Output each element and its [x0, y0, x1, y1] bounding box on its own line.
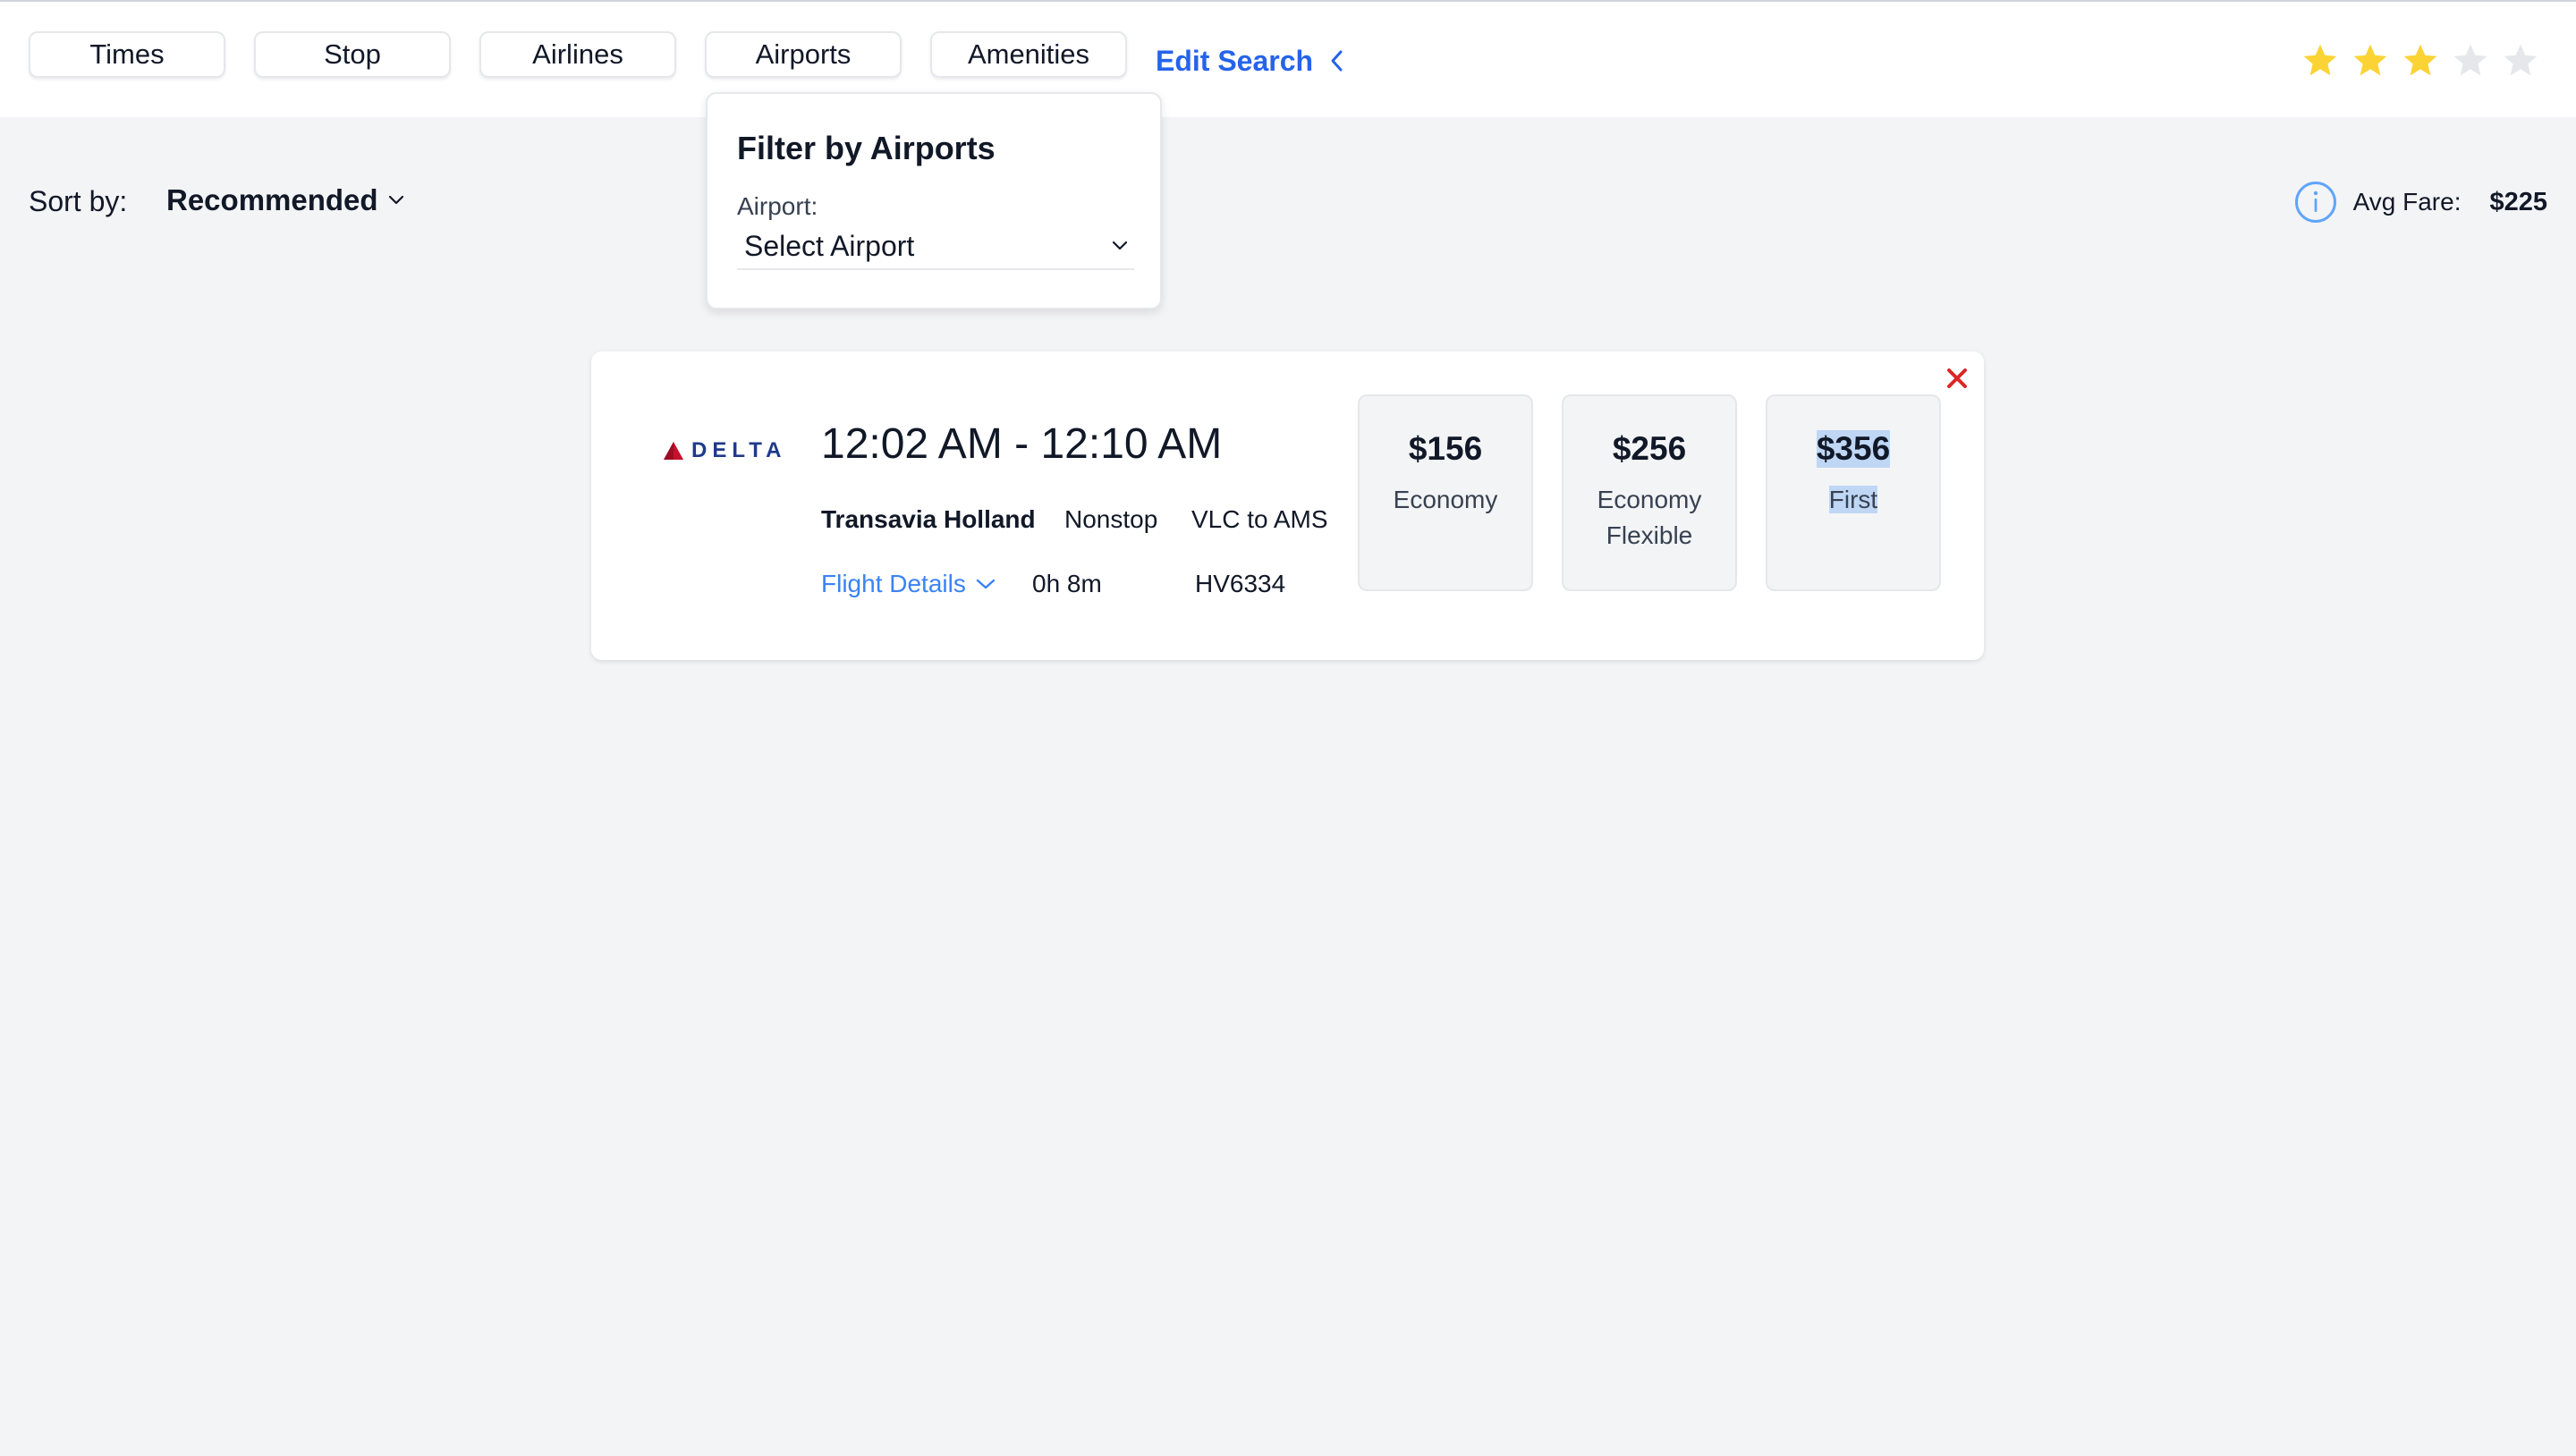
star-icon[interactable]	[2301, 41, 2340, 80]
filter-bar: Times Stop Airlines Airports Amenities E…	[0, 0, 2576, 117]
chevron-down-icon	[388, 195, 403, 205]
filter-tab-times[interactable]: Times	[29, 31, 225, 78]
fare-class: Economy Flexible	[1597, 486, 1702, 549]
flight-result-card: DELTA 12:02 AM - 12:10 AM Transavia Holl…	[591, 351, 1984, 660]
filter-tab-amenities[interactable]: Amenities	[930, 31, 1127, 78]
flight-duration: 0h 8m	[1032, 570, 1102, 597]
airport-field-label: Airport:	[737, 192, 818, 220]
sort-dropdown[interactable]: Recommended	[166, 183, 405, 217]
avg-fare: Avg Fare: $225	[2294, 181, 2547, 224]
fare-class: Economy	[1393, 486, 1498, 513]
airport-select-value: Select Airport	[744, 229, 915, 262]
fare-option-economy-flexible[interactable]: $256 Economy Flexible	[1562, 394, 1737, 591]
close-icon[interactable]	[1943, 364, 1971, 393]
sort-selected-value: Recommended	[166, 183, 378, 216]
star-icon[interactable]	[2501, 41, 2540, 80]
fare-option-first[interactable]: $356 First	[1766, 394, 1941, 591]
fare-class: First	[1828, 486, 1878, 513]
chevron-down-icon	[976, 579, 996, 589]
star-icon[interactable]	[2401, 41, 2440, 80]
star-rating[interactable]	[2301, 41, 2540, 80]
flight-details-label: Flight Details	[821, 570, 966, 597]
airport-filter-popover: Filter by Airports Airport: Select Airpo…	[706, 92, 1162, 309]
filter-tab-stop[interactable]: Stop	[254, 31, 451, 78]
route-info: VLC to AMS	[1191, 505, 1328, 533]
chevron-left-icon	[1331, 50, 1343, 72]
filter-tab-airlines[interactable]: Airlines	[479, 31, 676, 78]
popover-title: Filter by Airports	[737, 130, 996, 166]
fare-price: $156	[1408, 430, 1483, 467]
avg-fare-value: $225	[2489, 187, 2547, 216]
star-icon[interactable]	[2351, 41, 2390, 80]
edit-search-label: Edit Search	[1156, 44, 1314, 77]
stops-info: Nonstop	[1064, 505, 1158, 533]
fare-price: $256	[1612, 430, 1687, 467]
flight-details-link[interactable]: Flight Details	[821, 570, 996, 598]
airline-name: Transavia Holland	[821, 505, 1036, 533]
fare-price: $356	[1816, 430, 1891, 468]
star-icon[interactable]	[2451, 41, 2490, 80]
fare-option-economy[interactable]: $156 Economy	[1358, 394, 1533, 591]
airport-select[interactable]: Select Airport	[737, 224, 1134, 270]
airline-logo: DELTA	[663, 438, 786, 463]
airline-logo-text: DELTA	[691, 438, 787, 462]
delta-widget-icon	[664, 442, 683, 460]
avg-fare-label: Avg Fare:	[2352, 188, 2462, 216]
chevron-down-icon	[1112, 241, 1128, 250]
flight-number: HV6334	[1195, 570, 1286, 597]
info-icon[interactable]	[2294, 181, 2337, 224]
edit-search-button[interactable]: Edit Search	[1156, 41, 1345, 80]
flight-times: 12:02 AM - 12:10 AM	[821, 420, 1223, 468]
sort-label: Sort by:	[29, 185, 128, 217]
filter-tab-airports[interactable]: Airports	[705, 31, 902, 78]
